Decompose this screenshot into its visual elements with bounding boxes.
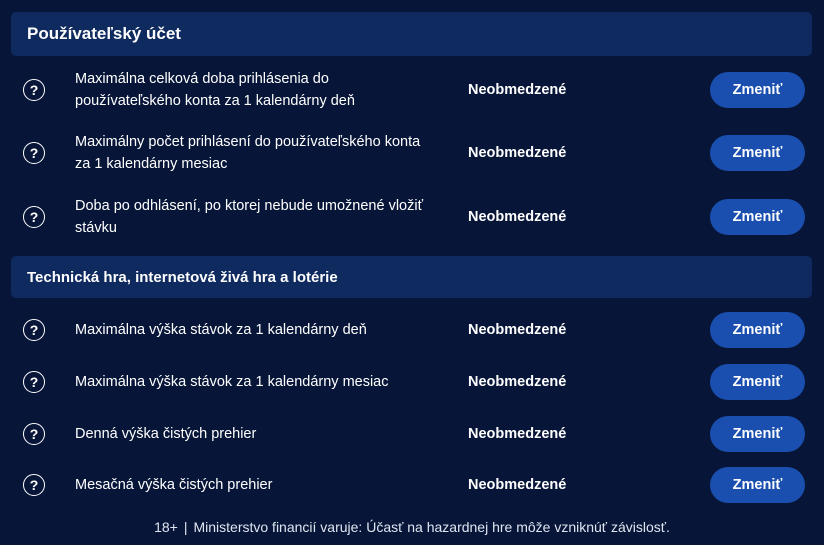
gambling-warning-text: Ministerstvo financií varuje: Účasť na h… xyxy=(193,519,670,535)
limit-value: Neobmedzené xyxy=(468,374,567,390)
limit-row: ? Maximálna celková doba prihlásenia do … xyxy=(11,66,812,116)
footer-separator: | xyxy=(183,519,188,535)
change-button[interactable]: Zmeniť xyxy=(710,416,805,452)
limit-label: Mesačná výška čistých prehier xyxy=(75,477,273,493)
question-circle-icon[interactable]: ? xyxy=(23,206,45,228)
question-circle-icon[interactable]: ? xyxy=(23,371,45,393)
section-title: Technická hra, internetová živá hra a lo… xyxy=(27,268,338,286)
question-circle-icon[interactable]: ? xyxy=(23,79,45,101)
limit-label: Maximálna výška stávok za 1 kalendárny m… xyxy=(75,374,389,390)
limit-row: ? Maximálna výška stávok za 1 kalendárny… xyxy=(11,306,812,356)
limit-value: Neobmedzené xyxy=(468,209,567,225)
question-circle-icon[interactable]: ? xyxy=(23,423,45,445)
limit-value: Neobmedzené xyxy=(468,145,567,161)
limit-row: ? Doba po odhlásení, po ktorej nebude um… xyxy=(11,193,812,243)
change-button[interactable]: Zmeniť xyxy=(710,364,805,400)
change-button[interactable]: Zmeniť xyxy=(710,467,805,503)
gambling-warning-footer: 18+ | Ministerstvo financií varuje: Účasť … xyxy=(0,519,824,535)
limit-row: ? Maximálny počet prihlásení do používat… xyxy=(11,129,812,179)
question-circle-icon[interactable]: ? xyxy=(23,319,45,341)
question-circle-icon[interactable]: ? xyxy=(23,474,45,496)
limit-row: ? Maximálna výška stávok za 1 kalendárny… xyxy=(11,358,812,408)
limit-label: Maximálny počet prihlásení do používateľ… xyxy=(75,134,421,172)
section-title: Používateľský účet xyxy=(27,24,181,43)
age-restriction: 18+ xyxy=(154,519,178,535)
limit-label: Maximálna výška stávok za 1 kalendárny d… xyxy=(75,322,367,338)
change-button[interactable]: Zmeniť xyxy=(710,135,805,171)
limit-label: Denná výška čistých prehier xyxy=(75,426,257,442)
limit-label: Doba po odhlásení, po ktorej nebude umož… xyxy=(75,198,424,236)
section-header-technical-games: Technická hra, internetová živá hra a lo… xyxy=(11,256,812,298)
change-button[interactable]: Zmeniť xyxy=(710,72,805,108)
change-button[interactable]: Zmeniť xyxy=(710,312,805,348)
limit-value: Neobmedzené xyxy=(468,82,567,98)
limit-row: ? Denná výška čistých prehier Neobmedzen… xyxy=(11,410,812,460)
question-circle-icon[interactable]: ? xyxy=(23,142,45,164)
change-button[interactable]: Zmeniť xyxy=(710,199,805,235)
limit-value: Neobmedzené xyxy=(468,477,567,493)
limit-label: Maximálna celková doba prihlásenia do po… xyxy=(75,71,355,109)
section-header-user-account: Používateľský účet xyxy=(11,12,812,56)
limit-value: Neobmedzené xyxy=(468,322,567,338)
limit-row: ? Mesačná výška čistých prehier Neobmedz… xyxy=(11,461,812,511)
limit-value: Neobmedzené xyxy=(468,426,567,442)
